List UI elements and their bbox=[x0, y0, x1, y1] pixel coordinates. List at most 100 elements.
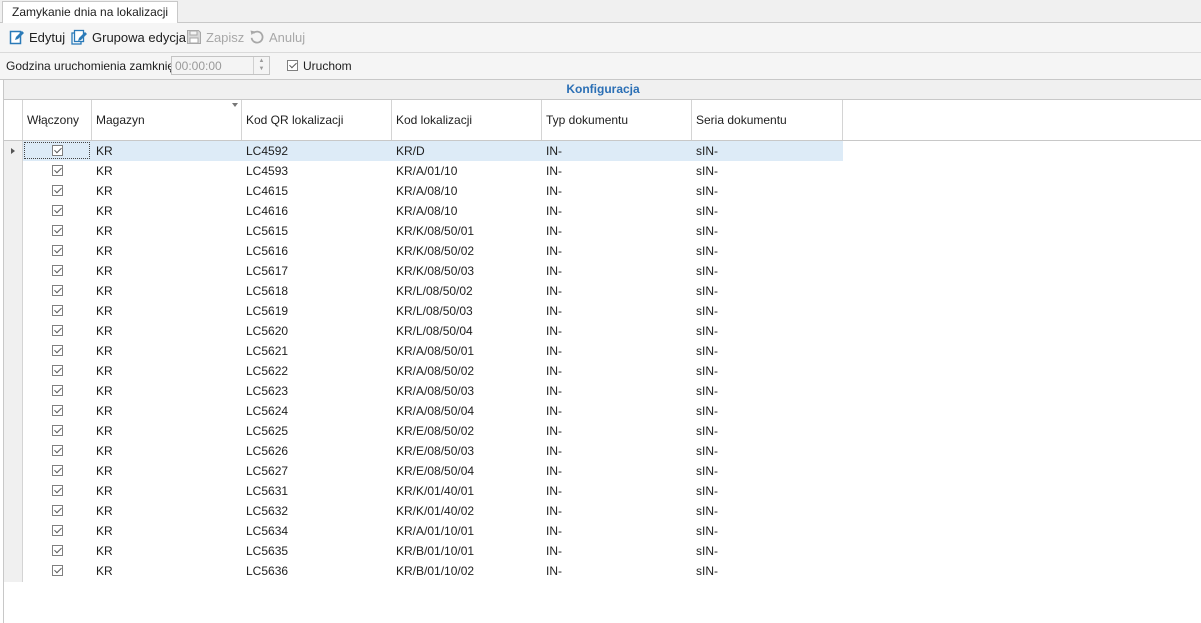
cell-wlaczony[interactable] bbox=[23, 221, 92, 241]
cell-wlaczony[interactable] bbox=[23, 261, 92, 281]
cell-wlaczony[interactable] bbox=[23, 501, 92, 521]
cell-typ-dokumentu[interactable]: IN- bbox=[542, 501, 692, 521]
cell-kod-qr[interactable]: LC5624 bbox=[242, 401, 392, 421]
cell-kod-lokalizacji[interactable]: KR/L/08/50/03 bbox=[392, 301, 542, 321]
cell-magazyn[interactable]: KR bbox=[92, 261, 242, 281]
cell-typ-dokumentu[interactable]: IN- bbox=[542, 161, 692, 181]
cell-kod-lokalizacji[interactable]: KR/K/01/40/02 bbox=[392, 501, 542, 521]
cell-typ-dokumentu[interactable]: IN- bbox=[542, 441, 692, 461]
cell-typ-dokumentu[interactable]: IN- bbox=[542, 201, 692, 221]
cell-wlaczony[interactable] bbox=[23, 141, 92, 161]
cell-typ-dokumentu[interactable]: IN- bbox=[542, 401, 692, 421]
start-time-input[interactable]: 00:00:00 ▲ ▼ bbox=[171, 56, 270, 75]
cell-seria-dokumentu[interactable]: sIN- bbox=[692, 221, 843, 241]
spinner-down-icon[interactable]: ▼ bbox=[254, 65, 269, 73]
cell-kod-lokalizacji[interactable]: KR/K/01/40/01 bbox=[392, 481, 542, 501]
table-row[interactable]: KR LC4615 KR/A/08/10 IN-sIN- bbox=[23, 181, 843, 201]
table-row[interactable]: KR LC5617 KR/K/08/50/03 IN-sIN- bbox=[23, 261, 843, 281]
cell-seria-dokumentu[interactable]: sIN- bbox=[692, 421, 843, 441]
enabled-checkbox[interactable] bbox=[52, 305, 63, 316]
table-row[interactable]: KR LC5616 KR/K/08/50/02 IN-sIN- bbox=[23, 241, 843, 261]
cell-wlaczony[interactable] bbox=[23, 161, 92, 181]
cell-wlaczony[interactable] bbox=[23, 461, 92, 481]
cell-seria-dokumentu[interactable]: sIN- bbox=[692, 561, 843, 581]
table-row[interactable]: KR LC5636 KR/B/01/10/02 IN-sIN- bbox=[23, 561, 843, 581]
cell-kod-qr[interactable]: LC4592 bbox=[242, 141, 392, 161]
cell-seria-dokumentu[interactable]: sIN- bbox=[692, 261, 843, 281]
enabled-checkbox[interactable] bbox=[52, 525, 63, 536]
column-header-magazyn[interactable]: Magazyn bbox=[92, 100, 242, 140]
cell-seria-dokumentu[interactable]: sIN- bbox=[692, 541, 843, 561]
cell-seria-dokumentu[interactable]: sIN- bbox=[692, 441, 843, 461]
cell-kod-lokalizacji[interactable]: KR/A/08/50/02 bbox=[392, 361, 542, 381]
cell-magazyn[interactable]: KR bbox=[92, 341, 242, 361]
cancel-button[interactable]: Anuluj bbox=[249, 27, 305, 47]
cell-wlaczony[interactable] bbox=[23, 381, 92, 401]
cell-magazyn[interactable]: KR bbox=[92, 161, 242, 181]
enabled-checkbox[interactable] bbox=[52, 465, 63, 476]
cell-magazyn[interactable]: KR bbox=[92, 381, 242, 401]
cell-seria-dokumentu[interactable]: sIN- bbox=[692, 501, 843, 521]
cell-typ-dokumentu[interactable]: IN- bbox=[542, 241, 692, 261]
cell-kod-lokalizacji[interactable]: KR/D bbox=[392, 141, 542, 161]
cell-kod-qr[interactable]: LC5618 bbox=[242, 281, 392, 301]
table-row[interactable]: KR LC5635 KR/B/01/10/01 IN-sIN- bbox=[23, 541, 843, 561]
cell-typ-dokumentu[interactable]: IN- bbox=[542, 321, 692, 341]
cell-typ-dokumentu[interactable]: IN- bbox=[542, 341, 692, 361]
enabled-checkbox[interactable] bbox=[52, 445, 63, 456]
cell-wlaczony[interactable] bbox=[23, 421, 92, 441]
cell-typ-dokumentu[interactable]: IN- bbox=[542, 481, 692, 501]
enabled-checkbox[interactable] bbox=[52, 185, 63, 196]
cell-magazyn[interactable]: KR bbox=[92, 361, 242, 381]
column-header-kod-lokalizacji[interactable]: Kod lokalizacji bbox=[392, 100, 542, 140]
enabled-checkbox[interactable] bbox=[52, 485, 63, 496]
cell-typ-dokumentu[interactable]: IN- bbox=[542, 461, 692, 481]
cell-wlaczony[interactable] bbox=[23, 181, 92, 201]
cell-kod-qr[interactable]: LC5617 bbox=[242, 261, 392, 281]
spinner-up-icon[interactable]: ▲ bbox=[254, 57, 269, 65]
cell-wlaczony[interactable] bbox=[23, 481, 92, 501]
table-row[interactable]: KR LC5625 KR/E/08/50/02 IN-sIN- bbox=[23, 421, 843, 441]
cell-kod-lokalizacji[interactable]: KR/B/01/10/02 bbox=[392, 561, 542, 581]
cell-kod-lokalizacji[interactable]: KR/E/08/50/04 bbox=[392, 461, 542, 481]
table-row[interactable]: KR LC5631 KR/K/01/40/01 IN-sIN- bbox=[23, 481, 843, 501]
cell-magazyn[interactable]: KR bbox=[92, 141, 242, 161]
cell-magazyn[interactable]: KR bbox=[92, 561, 242, 581]
run-checkbox[interactable] bbox=[287, 60, 298, 71]
cell-magazyn[interactable]: KR bbox=[92, 461, 242, 481]
cell-kod-lokalizacji[interactable]: KR/A/01/10 bbox=[392, 161, 542, 181]
cell-kod-qr[interactable]: LC5619 bbox=[242, 301, 392, 321]
cell-magazyn[interactable]: KR bbox=[92, 421, 242, 441]
cell-magazyn[interactable]: KR bbox=[92, 201, 242, 221]
cell-seria-dokumentu[interactable]: sIN- bbox=[692, 381, 843, 401]
enabled-checkbox[interactable] bbox=[52, 405, 63, 416]
cell-kod-lokalizacji[interactable]: KR/E/08/50/02 bbox=[392, 421, 542, 441]
cell-kod-qr[interactable]: LC5632 bbox=[242, 501, 392, 521]
cell-kod-qr[interactable]: LC5626 bbox=[242, 441, 392, 461]
cell-typ-dokumentu[interactable]: IN- bbox=[542, 221, 692, 241]
cell-seria-dokumentu[interactable]: sIN- bbox=[692, 461, 843, 481]
cell-magazyn[interactable]: KR bbox=[92, 181, 242, 201]
cell-kod-lokalizacji[interactable]: KR/A/08/10 bbox=[392, 201, 542, 221]
cell-typ-dokumentu[interactable]: IN- bbox=[542, 561, 692, 581]
enabled-checkbox[interactable] bbox=[52, 165, 63, 176]
cell-magazyn[interactable]: KR bbox=[92, 441, 242, 461]
cell-typ-dokumentu[interactable]: IN- bbox=[542, 141, 692, 161]
cell-kod-qr[interactable]: LC4616 bbox=[242, 201, 392, 221]
table-row[interactable]: KR LC4616 KR/A/08/10 IN-sIN- bbox=[23, 201, 843, 221]
enabled-checkbox[interactable] bbox=[52, 545, 63, 556]
cell-seria-dokumentu[interactable]: sIN- bbox=[692, 161, 843, 181]
cell-seria-dokumentu[interactable]: sIN- bbox=[692, 361, 843, 381]
cell-seria-dokumentu[interactable]: sIN- bbox=[692, 341, 843, 361]
cell-kod-lokalizacji[interactable]: KR/A/08/50/01 bbox=[392, 341, 542, 361]
edit-button[interactable]: Edytuj bbox=[9, 27, 65, 47]
enabled-checkbox[interactable] bbox=[52, 565, 63, 576]
cell-kod-lokalizacji[interactable]: KR/K/08/50/03 bbox=[392, 261, 542, 281]
column-header-typ-dokumentu[interactable]: Typ dokumentu bbox=[542, 100, 692, 140]
cell-seria-dokumentu[interactable]: sIN- bbox=[692, 201, 843, 221]
cell-kod-lokalizacji[interactable]: KR/L/08/50/02 bbox=[392, 281, 542, 301]
table-row[interactable]: KR LC5619 KR/L/08/50/03 IN-sIN- bbox=[23, 301, 843, 321]
cell-seria-dokumentu[interactable]: sIN- bbox=[692, 141, 843, 161]
enabled-checkbox[interactable] bbox=[52, 505, 63, 516]
cell-kod-qr[interactable]: LC5635 bbox=[242, 541, 392, 561]
